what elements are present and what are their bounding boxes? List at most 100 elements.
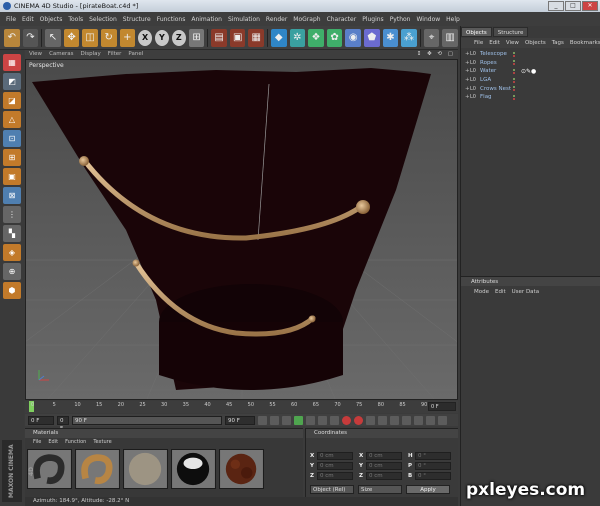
redo-icon[interactable]: ↷ bbox=[22, 28, 39, 47]
point-level-key-icon[interactable] bbox=[426, 415, 435, 425]
object-row[interactable]: + L0 Crows Nest bbox=[461, 84, 600, 93]
visibility-dots[interactable] bbox=[513, 60, 515, 66]
go-to-start-icon[interactable] bbox=[258, 415, 267, 425]
object-row[interactable]: + L0 Flag bbox=[461, 93, 600, 102]
snapping-icon[interactable]: ⊕ bbox=[3, 263, 21, 280]
edges-mode-icon[interactable]: ⊞ bbox=[3, 149, 21, 166]
viewport-menu-panel[interactable]: Panel bbox=[128, 50, 143, 59]
axis-mode-icon[interactable]: ⊠ bbox=[3, 187, 21, 204]
object-name[interactable]: Crows Nest bbox=[480, 86, 516, 92]
object-name[interactable]: Telescope bbox=[480, 51, 516, 57]
om-menu-file[interactable]: File bbox=[474, 38, 483, 48]
viewport-menu-filter[interactable]: Filter bbox=[108, 50, 122, 59]
start-frame-field[interactable]: 0 F bbox=[28, 415, 54, 425]
locking-icon[interactable]: ⬢ bbox=[3, 282, 21, 299]
attr-menu-edit[interactable]: Edit bbox=[495, 287, 506, 297]
tab-objects[interactable]: Objects bbox=[461, 27, 492, 37]
object-row[interactable]: + L0 Ropes bbox=[461, 59, 600, 68]
menu-item-character[interactable]: Character bbox=[327, 16, 357, 23]
checker-icon[interactable]: ▚ bbox=[3, 225, 21, 242]
size-mode-select[interactable]: Size bbox=[358, 485, 402, 494]
object-row[interactable]: + L0 Telescope bbox=[461, 50, 600, 59]
object-row[interactable]: + L0 Water ⊙✎● bbox=[461, 67, 600, 76]
mat-menu-texture[interactable]: Texture bbox=[93, 438, 111, 446]
menu-item-help[interactable]: Help bbox=[446, 16, 460, 23]
menu-item-window[interactable]: Window bbox=[417, 16, 441, 23]
object-row[interactable]: + L0 LGA bbox=[461, 76, 600, 85]
maximize-button[interactable]: □ bbox=[565, 1, 581, 11]
viewport-menu-view[interactable]: View bbox=[29, 50, 42, 59]
model-mode-icon[interactable]: ◩ bbox=[3, 73, 21, 90]
rotation-field[interactable]: 0 ° bbox=[415, 451, 451, 460]
om-menu-edit[interactable]: Edit bbox=[489, 38, 500, 48]
scale-key-icon[interactable] bbox=[390, 415, 399, 425]
mat-menu-file[interactable]: File bbox=[33, 438, 41, 446]
visibility-dots[interactable] bbox=[513, 51, 515, 57]
render-view-icon[interactable]: ▤ bbox=[211, 28, 227, 47]
object-name[interactable]: Flag bbox=[480, 94, 516, 100]
previous-key-icon[interactable] bbox=[270, 415, 279, 425]
render-picture-viewer-icon[interactable]: ▣ bbox=[229, 28, 246, 47]
play-icon[interactable] bbox=[294, 415, 303, 425]
viewport-nav-icons[interactable]: ↕ ✥ ⟲ ▢ bbox=[417, 50, 455, 59]
menu-item-mograph[interactable]: MoGraph bbox=[293, 16, 320, 23]
attr-menu-user-data[interactable]: User Data bbox=[512, 287, 539, 297]
mat-menu-function[interactable]: Function bbox=[65, 438, 86, 446]
menu-item-python[interactable]: Python bbox=[390, 16, 411, 23]
position-field[interactable]: 0 cm bbox=[317, 461, 353, 470]
parameter-key-icon[interactable] bbox=[414, 415, 423, 425]
make-editable-icon[interactable]: ▦ bbox=[3, 54, 21, 71]
render-settings-icon[interactable]: ▦ bbox=[248, 28, 265, 47]
size-field[interactable]: 0 cm bbox=[366, 471, 402, 480]
coord-system-icon[interactable]: ⊞ bbox=[188, 28, 205, 47]
size-field[interactable]: 0 cm bbox=[366, 461, 402, 470]
om-menu-bookmarks[interactable]: Bookmarks bbox=[570, 38, 600, 48]
tweak-mode-icon[interactable]: ⋮ bbox=[3, 206, 21, 223]
tab-structure[interactable]: Structure bbox=[492, 27, 529, 37]
om-menu-objects[interactable]: Objects bbox=[525, 38, 546, 48]
preview-range-slider[interactable]: 90 F bbox=[72, 415, 222, 425]
perspective-viewport[interactable]: Perspective bbox=[25, 59, 458, 400]
position-key-icon[interactable] bbox=[378, 415, 387, 425]
array-icon[interactable]: ✿ bbox=[326, 28, 343, 47]
solo-icon[interactable]: ◈ bbox=[3, 244, 21, 261]
menu-item-animation[interactable]: Animation bbox=[191, 16, 222, 23]
live-select-icon[interactable]: ↖ bbox=[45, 28, 61, 47]
light-icon[interactable]: ⬟ bbox=[364, 28, 380, 47]
mat-menu-edit[interactable]: Edit bbox=[48, 438, 58, 446]
bend-deformer-icon[interactable]: ✲ bbox=[289, 28, 306, 47]
rotation-key-icon[interactable] bbox=[402, 415, 411, 425]
previous-frame-icon[interactable] bbox=[282, 415, 291, 425]
move-icon[interactable]: ✥ bbox=[63, 28, 80, 47]
visibility-dots[interactable] bbox=[513, 77, 515, 83]
object-name[interactable]: Ropes bbox=[480, 60, 516, 66]
end-frame-field[interactable]: 90 F bbox=[225, 415, 255, 425]
attr-menu-mode[interactable]: Mode bbox=[474, 287, 489, 297]
coordinate-mode-select[interactable]: Object (Rel) bbox=[310, 485, 354, 494]
menu-item-simulation[interactable]: Simulation bbox=[228, 16, 260, 23]
texture-mode-icon[interactable]: ◪ bbox=[3, 92, 21, 109]
polygons-mode-icon[interactable]: ▣ bbox=[3, 168, 21, 185]
rotation-field[interactable]: 0 ° bbox=[415, 471, 451, 480]
menu-item-edit[interactable]: Edit bbox=[22, 16, 34, 23]
key-selection-icon[interactable] bbox=[366, 415, 375, 425]
camera-icon[interactable]: ◉ bbox=[345, 28, 361, 47]
autokey-icon[interactable] bbox=[354, 415, 363, 425]
layer-icon[interactable]: ▥ bbox=[442, 28, 458, 47]
next-key-icon[interactable] bbox=[318, 415, 327, 425]
material-swatch-wood[interactable] bbox=[219, 449, 264, 489]
cube-icon[interactable]: ◆ bbox=[270, 28, 287, 47]
x-axis-icon[interactable]: X bbox=[138, 29, 153, 46]
go-to-end-icon[interactable] bbox=[330, 415, 339, 425]
object-name[interactable]: Water bbox=[480, 68, 516, 74]
scale-icon[interactable]: ◫ bbox=[82, 28, 98, 47]
minimize-button[interactable]: _ bbox=[548, 1, 564, 11]
material-swatch-chrome[interactable] bbox=[171, 449, 216, 489]
om-menu-view[interactable]: View bbox=[506, 38, 519, 48]
material-swatch-canvas[interactable] bbox=[123, 449, 168, 489]
menu-item-selection[interactable]: Selection bbox=[89, 16, 117, 23]
object-tags-icon[interactable]: ⊙✎● bbox=[521, 68, 536, 75]
position-field[interactable]: 0 cm bbox=[317, 471, 353, 480]
subdivision-icon[interactable]: ❖ bbox=[308, 28, 324, 47]
menu-item-structure[interactable]: Structure bbox=[123, 16, 151, 23]
